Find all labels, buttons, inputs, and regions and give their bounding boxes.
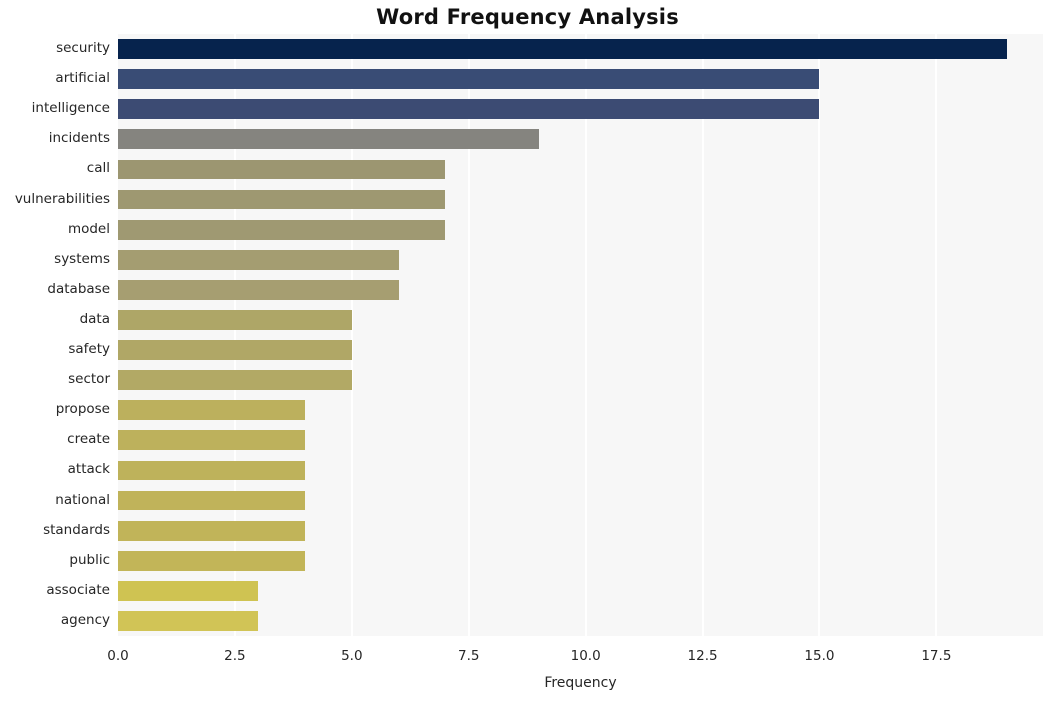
bar-artificial xyxy=(118,69,820,90)
y-tick-label-create: create xyxy=(67,431,110,448)
bar-public xyxy=(118,550,306,571)
bar-row xyxy=(118,310,1043,330)
y-tick-label-sector: sector xyxy=(68,371,110,388)
x-axis-tick-labels: 0.0 2.5 5.0 7.5 10.0 12.5 15.0 17.5 xyxy=(0,648,1055,668)
bar-create xyxy=(118,430,306,451)
y-tick-label-attack: attack xyxy=(67,461,110,478)
y-tick-label-model: model xyxy=(67,220,110,237)
bar-row xyxy=(118,69,1043,90)
bar-row xyxy=(118,219,1043,240)
x-tick-label-5.0: 5.0 xyxy=(341,648,363,664)
x-axis-title: Frequency xyxy=(544,675,617,691)
bar-propose xyxy=(118,400,306,421)
bar-standards xyxy=(118,520,306,541)
bar-row xyxy=(118,400,1043,421)
bar-row xyxy=(118,550,1043,571)
y-tick-label-agency: agency xyxy=(60,611,110,628)
y-tick-label-associate: associate xyxy=(46,581,110,598)
bars-layer xyxy=(118,34,1043,636)
bar-attack xyxy=(118,460,306,481)
bar-row xyxy=(118,460,1043,481)
bar-associate xyxy=(118,580,259,601)
y-tick-label-systems: systems xyxy=(54,250,110,267)
bar-row xyxy=(118,520,1043,541)
y-tick-label-artificial: artificial xyxy=(55,70,110,87)
y-tick-label-propose: propose xyxy=(55,401,110,418)
y-tick-label-data: data xyxy=(79,310,110,327)
bar-model xyxy=(118,219,446,240)
y-tick-label-standards: standards xyxy=(43,521,110,538)
bar-call xyxy=(118,159,446,180)
bar-row xyxy=(118,490,1043,511)
bar-national xyxy=(118,490,306,511)
x-tick-label-17.5: 17.5 xyxy=(921,648,952,664)
x-tick-label-0.0: 0.0 xyxy=(107,648,129,664)
bar-agency xyxy=(118,611,259,631)
y-tick-label-security: security xyxy=(56,40,110,57)
chart-figure: Word Frequency Analysis security artifici… xyxy=(0,0,1055,701)
bar-row xyxy=(118,611,1043,631)
y-tick-label-national: national xyxy=(55,491,110,508)
bar-row xyxy=(118,580,1043,601)
x-tick-label-2.5: 2.5 xyxy=(224,648,246,664)
bar-row xyxy=(118,159,1043,180)
y-tick-label-incidents: incidents xyxy=(48,130,110,147)
bar-vulnerabilities xyxy=(118,189,446,210)
x-tick-label-15.0: 15.0 xyxy=(804,648,835,664)
bar-data xyxy=(118,310,352,330)
y-tick-label-vulnerabilities: vulnerabilities xyxy=(14,190,110,207)
y-axis-tick-labels: security artificial intelligence incidents c… xyxy=(0,34,110,636)
x-tick-label-12.5: 12.5 xyxy=(687,648,718,664)
y-tick-label-call: call xyxy=(86,160,110,177)
bar-security xyxy=(118,39,1007,59)
y-tick-label-intelligence: intelligence xyxy=(31,100,110,117)
bar-intelligence xyxy=(118,99,820,120)
plot-area xyxy=(118,34,1043,636)
y-tick-label-public: public xyxy=(69,551,110,568)
y-tick-label-database: database xyxy=(47,280,110,297)
bar-row xyxy=(118,279,1043,300)
bar-row xyxy=(118,99,1043,120)
bar-systems xyxy=(118,249,399,270)
bar-safety xyxy=(118,340,352,360)
bar-row xyxy=(118,370,1043,391)
bar-database xyxy=(118,279,399,300)
bar-row xyxy=(118,249,1043,270)
bar-sector xyxy=(118,370,352,391)
y-tick-label-safety: safety xyxy=(68,341,110,358)
bar-row xyxy=(118,129,1043,150)
bar-row xyxy=(118,340,1043,360)
x-tick-label-7.5: 7.5 xyxy=(457,648,480,664)
x-tick-label-10.0: 10.0 xyxy=(570,648,601,664)
chart-title: Word Frequency Analysis xyxy=(376,5,679,29)
bar-row xyxy=(118,430,1043,451)
bar-row xyxy=(118,189,1043,210)
bar-row xyxy=(118,39,1043,59)
bar-incidents xyxy=(118,129,539,150)
